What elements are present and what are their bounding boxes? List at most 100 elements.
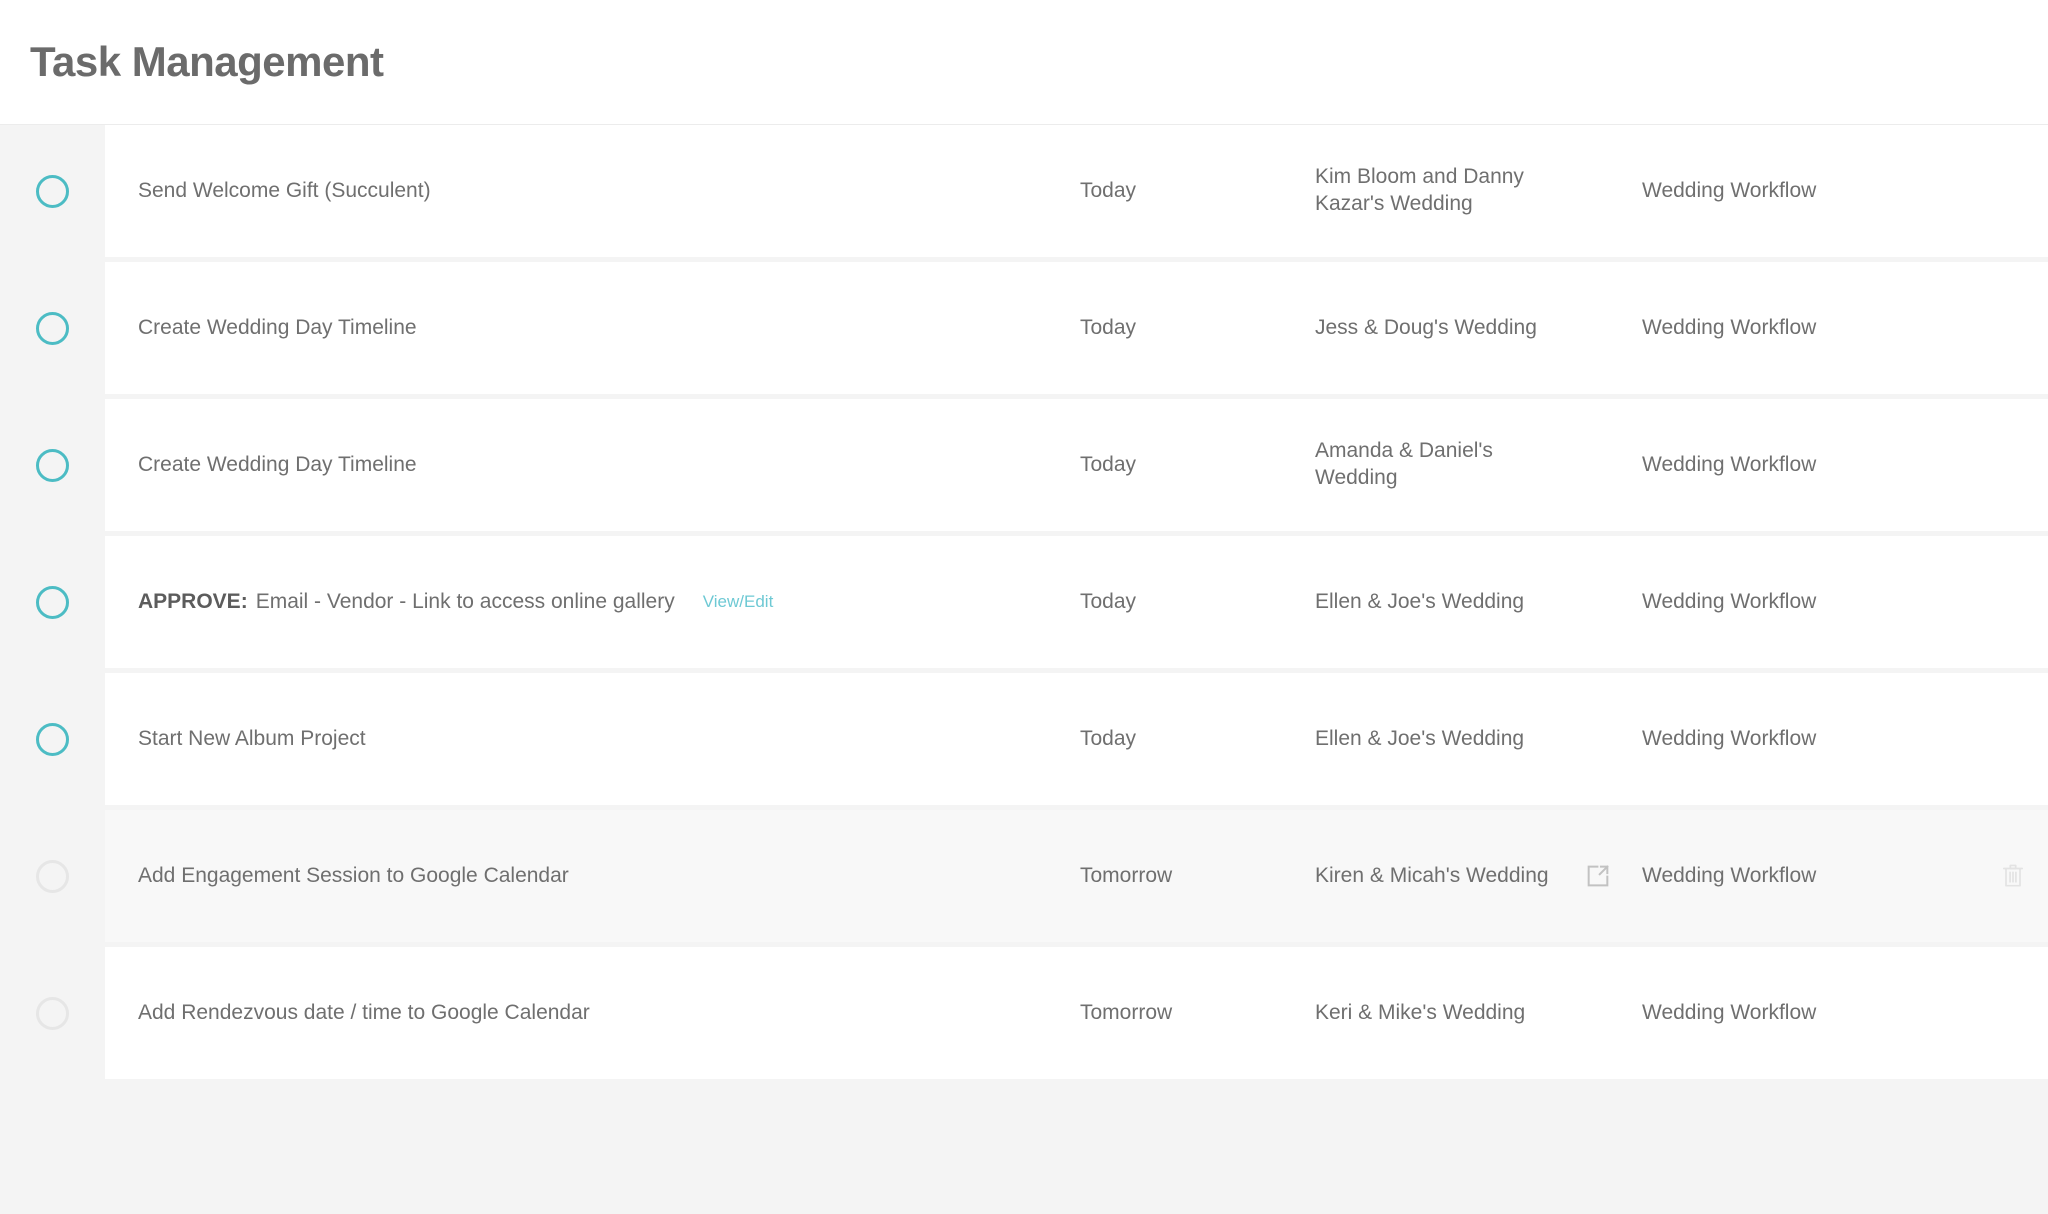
delete-task-cell [1978, 588, 2048, 616]
task-workflow-label: Wedding Workflow [1642, 315, 1817, 339]
task-title-cell: Send Welcome Gift (Succulent) [105, 178, 1080, 205]
task-list: Send Welcome Gift (Succulent) Today Kim … [0, 125, 2048, 1214]
task-workflow: Wedding Workflow [1630, 452, 1978, 479]
task-row[interactable]: Create Wedding Day Timeline Today Jess &… [0, 262, 2048, 394]
task-client-project: Kim Bloom and Danny Kazar's Wedding [1315, 164, 1565, 218]
task-due-date-label: Today [1080, 178, 1137, 202]
task-client-label: Jess & Doug's Wedding [1315, 315, 1537, 339]
open-task-cell [1565, 588, 1630, 616]
task-due-date: Tomorrow [1080, 863, 1315, 890]
task-workflow: Wedding Workflow [1630, 726, 1978, 753]
task-due-date-label: Today [1080, 315, 1137, 339]
task-due-date-label: Today [1080, 589, 1137, 613]
task-client-project: Keri & Mike's Wedding [1315, 1000, 1565, 1027]
task-name-label: Email - Vendor - Link to access online g… [255, 589, 675, 613]
open-task-cell [1565, 999, 1630, 1027]
task-workflow-label: Wedding Workflow [1642, 863, 1817, 887]
complete-task-toggle[interactable] [36, 311, 69, 345]
task-client-project: Ellen & Joe's Wedding [1315, 726, 1565, 753]
task-due-date-label: Tomorrow [1080, 1000, 1173, 1024]
task-due-date: Today [1080, 589, 1315, 616]
task-row[interactable]: Send Welcome Gift (Succulent) Today Kim … [0, 125, 2048, 257]
task-client-label: Amanda & Daniel's Wedding [1315, 439, 1493, 489]
task-row[interactable]: Add Engagement Session to Google Calenda… [0, 810, 2048, 942]
task-name-label: Create Wedding Day Timeline [138, 315, 417, 339]
task-workflow: Wedding Workflow [1630, 1000, 1978, 1027]
task-row-card[interactable]: Create Wedding Day Timeline Today Jess &… [105, 262, 2048, 394]
task-title-cell: Add Engagement Session to Google Calenda… [105, 863, 1080, 890]
task-client-project: Amanda & Daniel's Wedding [1315, 438, 1565, 492]
complete-task-toggle[interactable] [36, 996, 69, 1030]
task-workflow-label: Wedding Workflow [1642, 726, 1817, 750]
task-title-cell: Create Wedding Day Timeline [105, 452, 1080, 479]
delete-task-cell [1978, 177, 2048, 205]
task-row-gutter [0, 125, 105, 257]
task-workflow: Wedding Workflow [1630, 178, 1978, 205]
trash-icon[interactable] [2000, 862, 2026, 890]
task-workflow: Wedding Workflow [1630, 863, 1978, 890]
task-due-date: Tomorrow [1080, 1000, 1315, 1027]
task-workflow: Wedding Workflow [1630, 315, 1978, 342]
delete-task-cell [1978, 999, 2048, 1027]
task-client-label: Kim Bloom and Danny Kazar's Wedding [1315, 165, 1524, 215]
external-link-icon[interactable] [1584, 862, 1612, 890]
task-name-label: Add Rendezvous date / time to Google Cal… [138, 1000, 590, 1024]
task-title-cell: Add Rendezvous date / time to Google Cal… [105, 1000, 1080, 1027]
task-due-date: Today [1080, 178, 1315, 205]
task-row-gutter [0, 399, 105, 531]
task-title-cell: Start New Album Project [105, 726, 1080, 753]
delete-task-cell [1978, 862, 2048, 890]
page-title: Task Management [30, 38, 384, 85]
task-client-project: Jess & Doug's Wedding [1315, 315, 1565, 342]
task-client-label: Ellen & Joe's Wedding [1315, 589, 1525, 613]
task-workflow: Wedding Workflow [1630, 589, 1978, 616]
task-row[interactable]: Add Rendezvous date / time to Google Cal… [0, 947, 2048, 1079]
complete-task-toggle[interactable] [36, 448, 69, 482]
task-workflow-label: Wedding Workflow [1642, 589, 1817, 613]
task-due-date: Today [1080, 726, 1315, 753]
task-row-card[interactable]: Start New Album Project Today Ellen & Jo… [105, 673, 2048, 805]
open-task-cell [1565, 862, 1630, 890]
complete-task-toggle[interactable] [36, 859, 69, 893]
task-row[interactable]: Create Wedding Day Timeline Today Amanda… [0, 399, 2048, 531]
complete-task-toggle[interactable] [36, 174, 69, 208]
open-task-cell [1565, 177, 1630, 205]
task-title-cell: APPROVE: Email - Vendor - Link to access… [105, 589, 1080, 616]
task-name-label: Add Engagement Session to Google Calenda… [138, 863, 569, 887]
task-row-card[interactable]: Send Welcome Gift (Succulent) Today Kim … [105, 125, 2048, 257]
complete-task-toggle[interactable] [36, 722, 69, 756]
task-due-date-label: Tomorrow [1080, 863, 1173, 887]
task-due-date-label: Today [1080, 726, 1137, 750]
task-name-label: Start New Album Project [138, 726, 366, 750]
task-row-gutter [0, 673, 105, 805]
view-edit-link[interactable]: View/Edit [703, 591, 774, 613]
task-client-project: Kiren & Micah's Wedding [1315, 863, 1565, 890]
task-due-date: Today [1080, 452, 1315, 479]
task-name-label: Send Welcome Gift (Succulent) [138, 178, 431, 202]
task-workflow-label: Wedding Workflow [1642, 178, 1817, 202]
task-row-gutter [0, 810, 105, 942]
complete-task-toggle[interactable] [36, 585, 69, 619]
task-client-label: Kiren & Micah's Wedding [1315, 863, 1549, 887]
task-prefix-label: APPROVE: [138, 589, 248, 613]
task-row[interactable]: APPROVE: Email - Vendor - Link to access… [0, 536, 2048, 668]
task-row[interactable]: Start New Album Project Today Ellen & Jo… [0, 673, 2048, 805]
task-name-label: Create Wedding Day Timeline [138, 452, 417, 476]
task-due-date-label: Today [1080, 452, 1137, 476]
task-row-card[interactable]: Create Wedding Day Timeline Today Amanda… [105, 399, 2048, 531]
task-due-date: Today [1080, 315, 1315, 342]
open-task-cell [1565, 725, 1630, 753]
delete-task-cell [1978, 725, 2048, 753]
task-row-gutter [0, 947, 105, 1079]
task-row-card[interactable]: Add Rendezvous date / time to Google Cal… [105, 947, 2048, 1079]
task-workflow-label: Wedding Workflow [1642, 1000, 1817, 1024]
task-title-cell: Create Wedding Day Timeline [105, 315, 1080, 342]
delete-task-cell [1978, 451, 2048, 479]
task-workflow-label: Wedding Workflow [1642, 452, 1817, 476]
task-client-label: Keri & Mike's Wedding [1315, 1000, 1526, 1024]
open-task-cell [1565, 451, 1630, 479]
task-row-gutter [0, 536, 105, 668]
task-client-project: Ellen & Joe's Wedding [1315, 589, 1565, 616]
task-row-card[interactable]: APPROVE: Email - Vendor - Link to access… [105, 536, 2048, 668]
task-row-card[interactable]: Add Engagement Session to Google Calenda… [105, 810, 2048, 942]
